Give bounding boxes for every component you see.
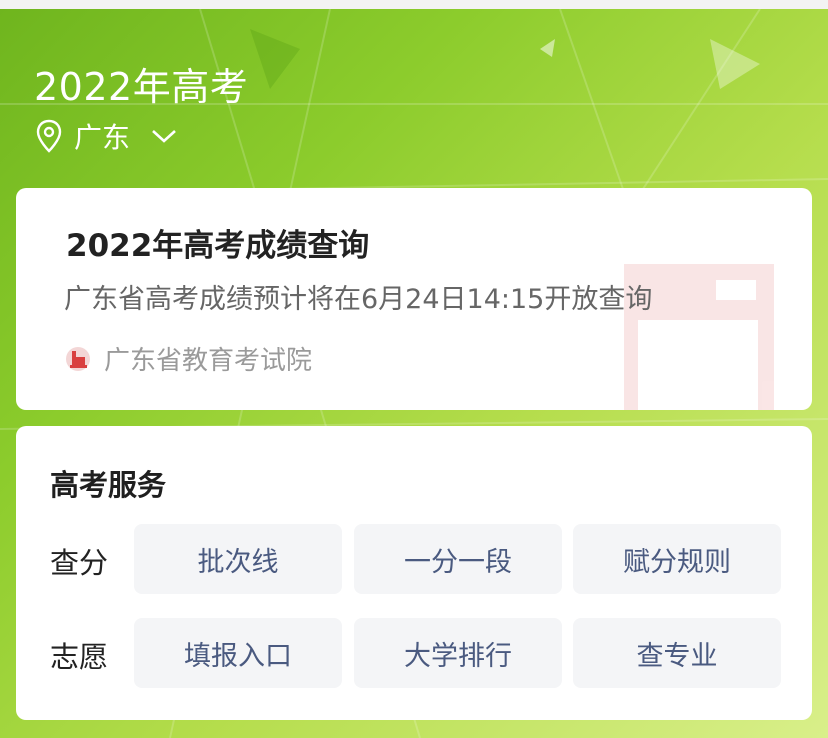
application-entry-button[interactable]: 填报入口 [134,618,342,688]
page-title: 2022年高考 [34,65,249,109]
notice-source-label: 广东省教育考试院 [104,346,313,376]
notice-description: 广东省高考成绩预计将在6月24日14:15开放查询 [64,284,653,315]
scoring-rules-button[interactable]: 赋分规则 [573,524,781,594]
batch-line-button[interactable]: 批次线 [134,524,342,594]
notice-source: 广东省教育考试院 [64,340,312,377]
score-notice-card[interactable]: 2022年高考成绩查询 广东省高考成绩预计将在6月24日14:15开放查询 广东… [16,188,812,410]
chevron-down-icon [152,130,176,143]
row-label-score: 查分 [50,546,109,580]
university-ranking-button[interactable]: 大学排行 [354,618,562,688]
status-strip [0,0,828,9]
exam-services-card: 高考服务 查分 批次线 一分一段 赋分规则 志愿 填报入口 大学排行 查专业 [16,426,812,720]
search-major-button[interactable]: 查专业 [573,618,781,688]
location-selector[interactable]: 广东 [34,116,178,156]
services-title: 高考服务 [50,468,167,502]
exam-authority-logo-icon [66,346,90,371]
location-label: 广东 [74,121,131,154]
location-pin-icon [36,119,62,153]
notice-title: 2022年高考成绩查询 [66,228,370,264]
row-label-application: 志愿 [50,640,109,674]
score-segment-button[interactable]: 一分一段 [354,524,562,594]
